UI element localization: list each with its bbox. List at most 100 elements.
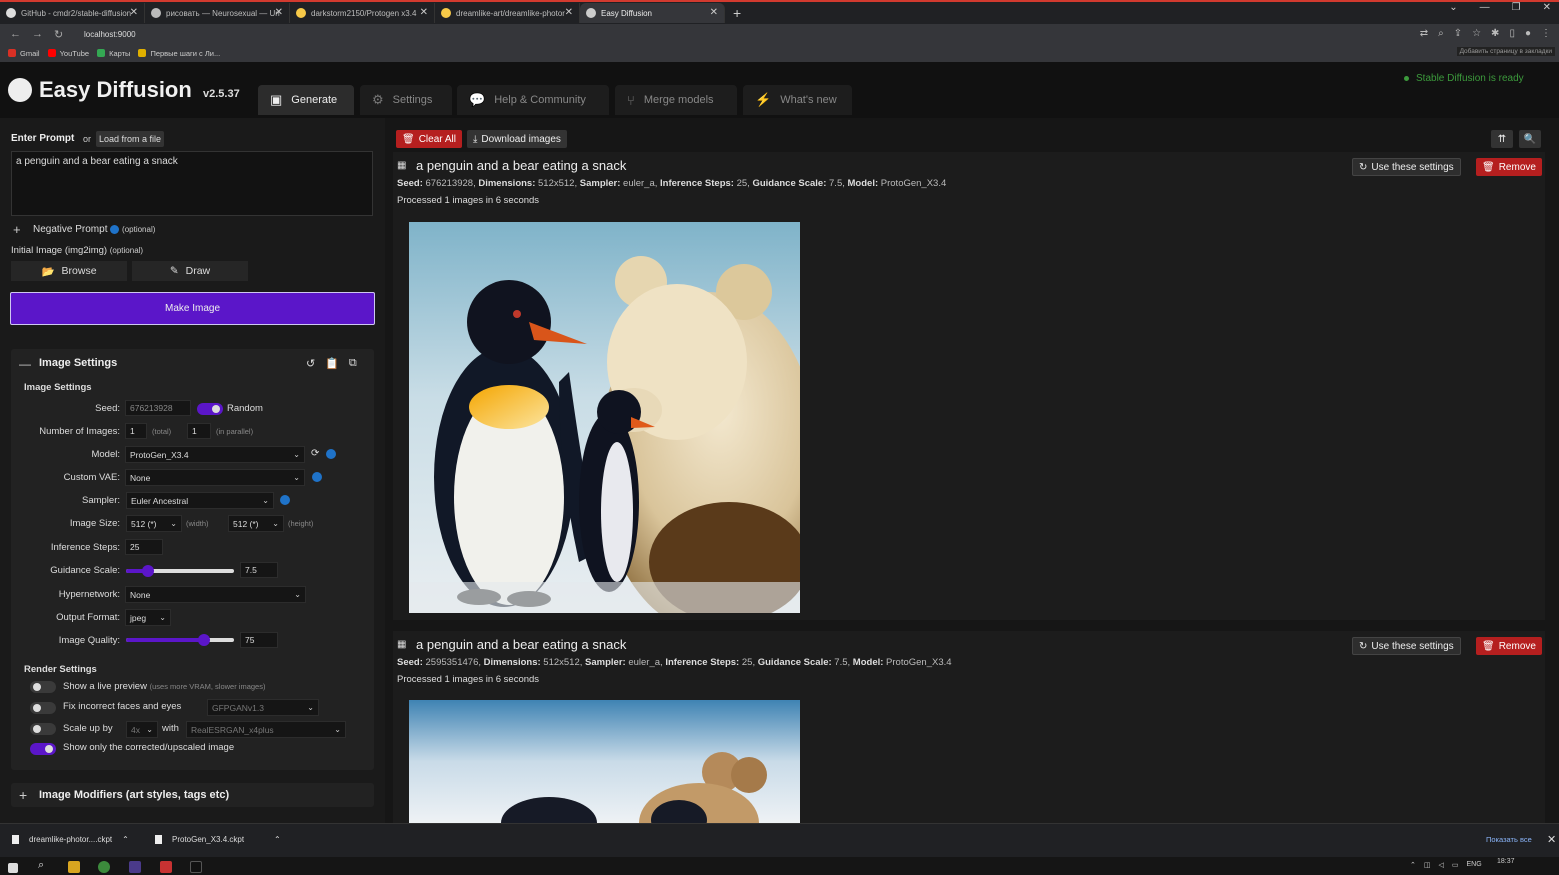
- slider-thumb[interactable]: [197, 634, 210, 646]
- tab-help-community[interactable]: 💬 Help & Community: [457, 85, 609, 115]
- sampler-select[interactable]: Euler Ancestral ⌄: [126, 492, 274, 509]
- remove-button[interactable]: 🗑 Remove: [1476, 637, 1542, 655]
- battery-icon[interactable]: ▭: [1452, 861, 1459, 869]
- download-item[interactable]: ProtoGen_X3.4.ckpt ⌃: [155, 835, 281, 844]
- output-format-select[interactable]: jpeg ⌄: [125, 609, 171, 626]
- show-all-downloads-link[interactable]: Показать все: [1486, 835, 1532, 844]
- minimize-icon[interactable]: —: [1480, 2, 1490, 13]
- copy-icon[interactable]: ⧉: [349, 357, 357, 370]
- image-modifiers-header[interactable]: Image Modifiers (art styles, tags etc): [39, 789, 229, 801]
- app-icon[interactable]: [160, 861, 172, 873]
- close-window-icon[interactable]: ✕: [1543, 2, 1551, 13]
- help-icon[interactable]: [312, 472, 322, 482]
- close-icon[interactable]: ✕: [565, 7, 573, 18]
- generated-image[interactable]: [409, 222, 800, 613]
- close-icon[interactable]: ✕: [420, 7, 428, 18]
- help-icon[interactable]: [280, 495, 290, 505]
- browser-tab-active[interactable]: Easy Diffusion ✕: [580, 3, 725, 23]
- download-item[interactable]: dreamlike-photor....ckpt ⌃: [12, 835, 129, 844]
- new-tab-icon[interactable]: +: [733, 5, 741, 21]
- reload-icon[interactable]: ↻: [54, 28, 66, 41]
- num-images-total-input[interactable]: 1: [125, 423, 147, 439]
- slider-thumb[interactable]: [141, 565, 154, 577]
- num-images-parallel-input[interactable]: 1: [187, 423, 211, 439]
- explorer-icon[interactable]: [68, 861, 80, 873]
- upscaler-select[interactable]: RealESRGAN_x4plus ⌄: [186, 721, 346, 738]
- url-field[interactable]: localhost:9000: [84, 30, 136, 39]
- browser-tab[interactable]: GitHub - cmdr2/stable-diffusion ✕: [0, 3, 145, 23]
- help-icon[interactable]: [110, 224, 120, 234]
- grip-icon[interactable]: ▦: [397, 639, 406, 650]
- restore-icon[interactable]: ❐: [1512, 2, 1521, 13]
- search-icon[interactable]: ⌕: [38, 859, 50, 871]
- forward-icon[interactable]: →: [32, 28, 44, 40]
- upscale-toggle[interactable]: [30, 723, 56, 735]
- close-icon[interactable]: ✕: [130, 7, 138, 18]
- bookmark-gmail[interactable]: Gmail: [8, 49, 40, 58]
- collapse-icon[interactable]: —: [19, 357, 31, 371]
- guidance-scale-slider[interactable]: [126, 565, 234, 577]
- chevron-up-icon[interactable]: ⌃: [274, 835, 281, 844]
- face-model-select[interactable]: GFPGANv1.3 ⌄: [207, 699, 319, 716]
- refresh-icon[interactable]: ⟳: [311, 448, 319, 459]
- translate-icon[interactable]: ⇄: [1420, 28, 1428, 39]
- grip-icon[interactable]: ▦: [397, 160, 406, 171]
- make-image-button[interactable]: Make Image: [10, 292, 375, 325]
- negative-prompt-toggle[interactable]: Negative Prompt (optional): [33, 224, 155, 235]
- browser-tab[interactable]: рисовать — Neurosexual — Un ✕: [145, 3, 290, 23]
- use-settings-button[interactable]: ↻ Use these settings: [1352, 637, 1461, 655]
- expand-plus-icon[interactable]: +: [13, 222, 21, 237]
- extensions-icon[interactable]: ✱: [1491, 28, 1499, 39]
- tab-whats-new[interactable]: ⚡ What's new: [743, 85, 852, 115]
- image-settings-header[interactable]: Image Settings: [39, 357, 117, 369]
- image-quality-input[interactable]: 75: [240, 632, 278, 648]
- generated-image[interactable]: [409, 700, 800, 823]
- browser-tab[interactable]: darkstorm2150/Protogen x3.4 ✕: [290, 3, 435, 23]
- network-icon[interactable]: ◫: [1424, 861, 1431, 869]
- draw-button[interactable]: ✎ Draw: [132, 261, 248, 281]
- close-icon[interactable]: ✕: [710, 7, 718, 18]
- close-icon[interactable]: ✕: [275, 7, 283, 18]
- windows-start-icon[interactable]: [8, 863, 18, 873]
- live-preview-toggle[interactable]: [30, 681, 56, 693]
- height-select[interactable]: 512 (*) ⌄: [228, 515, 284, 532]
- fix-faces-toggle[interactable]: [30, 702, 56, 714]
- menu-icon[interactable]: ⋮: [1541, 28, 1551, 39]
- sidepanel-icon[interactable]: ▯: [1509, 28, 1515, 39]
- model-select[interactable]: ProtoGen_X3.4 ⌄: [125, 446, 305, 463]
- bookmark-linux[interactable]: Первые шаги с Ли...: [138, 49, 220, 58]
- language-indicator[interactable]: ENG: [1467, 861, 1482, 869]
- seed-input[interactable]: 676213928: [125, 400, 191, 416]
- chevron-up-icon[interactable]: ⌃: [122, 835, 129, 844]
- expand-plus-icon[interactable]: +: [19, 787, 27, 803]
- inference-steps-input[interactable]: 25: [125, 539, 163, 555]
- collapse-all-button[interactable]: ⇈: [1491, 130, 1513, 148]
- clear-all-button[interactable]: 🗑 Clear All: [396, 130, 462, 148]
- tab-settings[interactable]: ⚙ Settings: [360, 85, 452, 115]
- width-select[interactable]: 512 (*) ⌄: [126, 515, 182, 532]
- close-icon[interactable]: ✕: [1547, 833, 1556, 846]
- speaker-icon[interactable]: ◁: [1439, 861, 1444, 869]
- tab-merge-models[interactable]: ⑂ Merge models: [615, 85, 737, 115]
- browse-button[interactable]: 📂 Browse: [11, 261, 127, 281]
- download-images-button[interactable]: ⤓ Download images: [467, 130, 567, 148]
- image-quality-slider[interactable]: [126, 634, 234, 646]
- remove-button[interactable]: 🗑 Remove: [1476, 158, 1542, 176]
- clipboard-icon[interactable]: 📋: [325, 357, 339, 370]
- zoom-icon[interactable]: ⌕: [1438, 28, 1444, 39]
- star-icon[interactable]: ☆: [1472, 28, 1481, 39]
- chevron-up-icon[interactable]: ⌃: [1410, 861, 1416, 869]
- reset-icon[interactable]: ↺: [306, 357, 315, 370]
- browser-tab[interactable]: dreamlike-art/dreamlike-photor ✕: [435, 3, 580, 23]
- bookmark-youtube[interactable]: YouTube: [47, 49, 89, 58]
- chrome-icon[interactable]: [98, 861, 110, 873]
- random-seed-toggle[interactable]: [197, 403, 223, 415]
- vae-select[interactable]: None ⌄: [125, 469, 305, 486]
- show-corrected-toggle[interactable]: [30, 743, 56, 755]
- load-from-file-button[interactable]: Load from a file: [96, 131, 165, 147]
- help-icon[interactable]: [326, 449, 336, 459]
- scale-select[interactable]: 4x ⌄: [126, 721, 158, 738]
- share-icon[interactable]: ⇪: [1454, 28, 1462, 39]
- tab-generate[interactable]: ▣ Generate: [258, 85, 354, 115]
- guidance-scale-input[interactable]: 7.5: [240, 562, 278, 578]
